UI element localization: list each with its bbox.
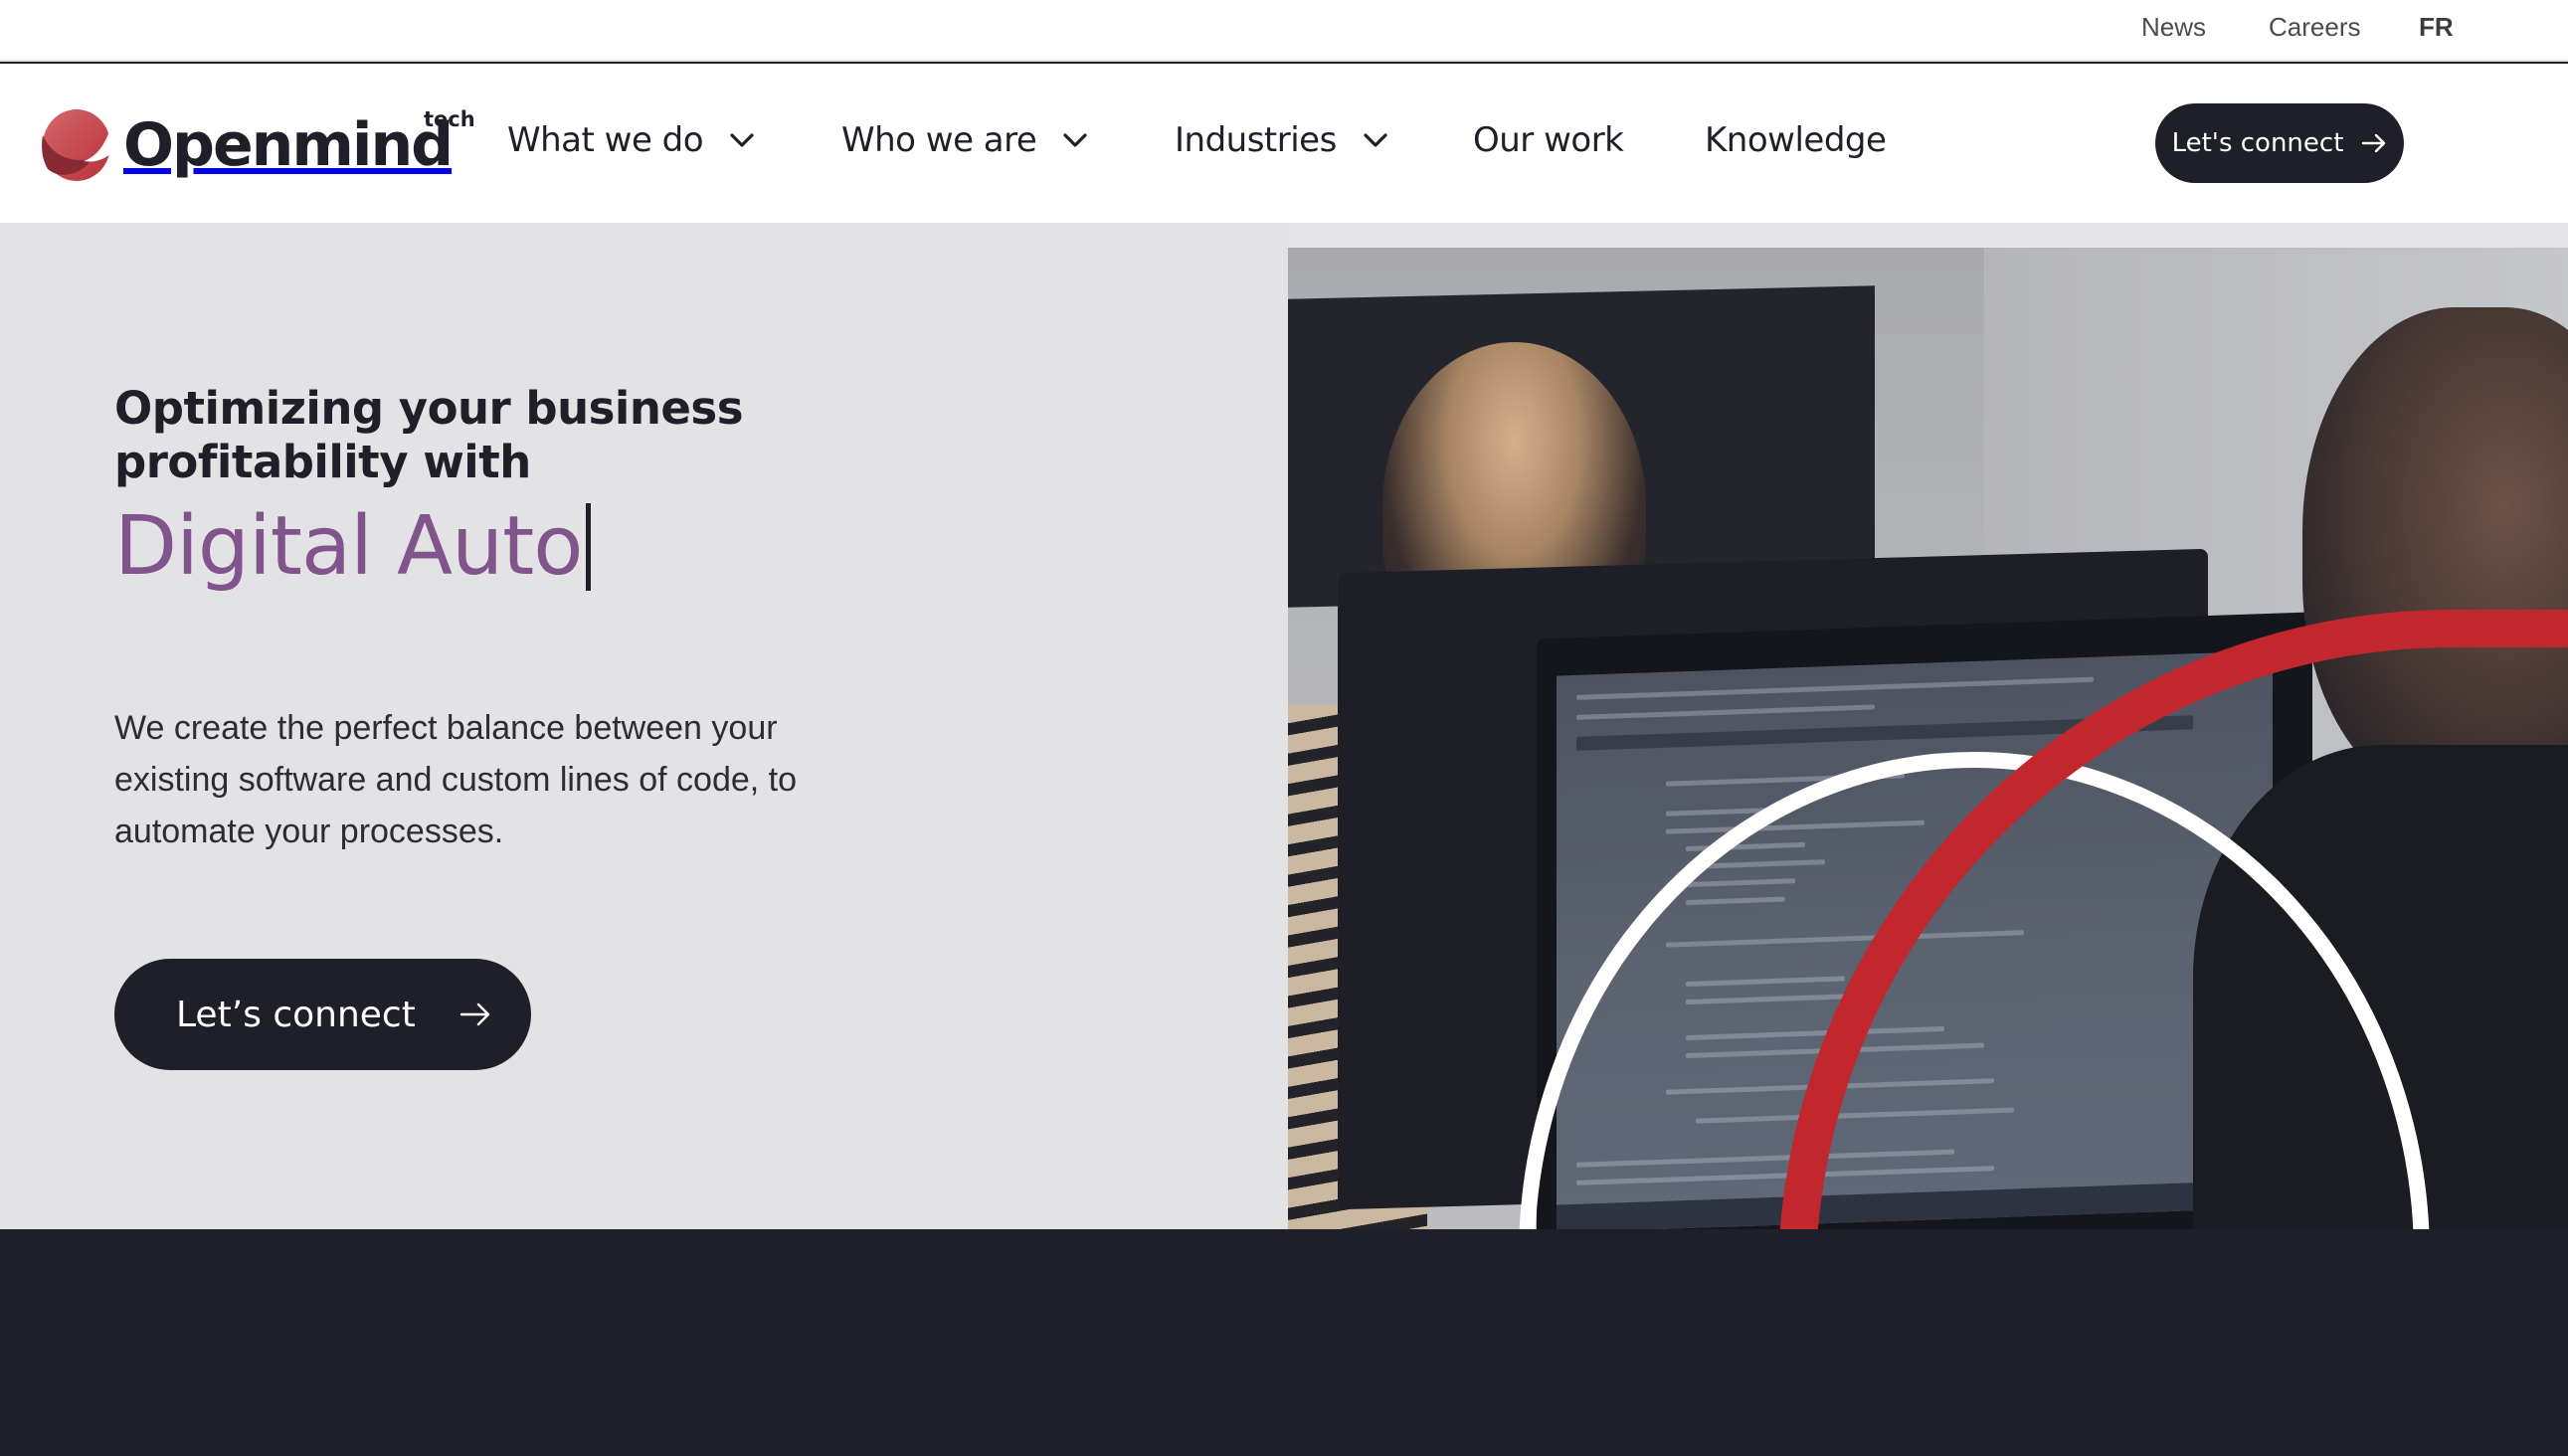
menu-item-label: Knowledge [1705, 120, 1887, 160]
arrow-right-icon [2362, 133, 2386, 153]
hero-kicker: Optimizing your business profitability w… [114, 382, 743, 488]
logo-suffix: tech [424, 107, 475, 131]
hero-cta-label: Let’s connect [176, 994, 416, 1035]
decorative-arcs [1519, 610, 2568, 1229]
menu-item-what-we-do[interactable]: What we do [507, 120, 755, 160]
top-utility-bar: News Careers FR [0, 0, 2568, 62]
chevron-down-icon [1364, 133, 1387, 147]
hero-section: Optimizing your business profitability w… [0, 223, 2568, 1229]
hero-image [1288, 223, 2568, 1229]
next-section-dark [0, 1229, 2568, 1456]
menu-item-knowledge[interactable]: Knowledge [1705, 120, 1887, 160]
chevron-down-icon [730, 133, 754, 147]
hero-lets-connect-button[interactable]: Let’s connect [114, 959, 531, 1070]
logo-link[interactable]: Openmind tech [40, 105, 475, 185]
arrow-right-icon [459, 1002, 490, 1026]
red-arc [1779, 610, 2568, 1229]
hero-lead-paragraph: We create the perfect balance between yo… [114, 709, 798, 850]
openmind-logo-icon [42, 109, 113, 181]
menu-item-label: Our work [1473, 120, 1624, 160]
hero-typed-headline: Digital Auto [114, 499, 592, 594]
chevron-down-icon [1063, 133, 1087, 147]
menu-item-label: What we do [507, 120, 704, 160]
news-link[interactable]: News [2141, 12, 2206, 43]
main-navigation: Openmind tech What we do Who we are Indu… [0, 64, 2568, 223]
menu-item-industries[interactable]: Industries [1175, 120, 1388, 160]
typed-text: Digital Auto [114, 499, 583, 594]
typing-cursor [586, 502, 592, 591]
logo-wordmark: Openmind [123, 110, 454, 180]
menu-item-label: Who we are [841, 120, 1037, 160]
menu-item-label: Industries [1175, 120, 1337, 160]
menu-item-who-we-are[interactable]: Who we are [841, 120, 1088, 160]
menu-item-our-work[interactable]: Our work [1473, 120, 1624, 160]
nav-cta-label: Let's connect [2171, 128, 2344, 158]
nav-lets-connect-button[interactable]: Let's connect [2155, 103, 2404, 183]
language-switch-fr[interactable]: FR [2419, 12, 2454, 43]
careers-link[interactable]: Careers [2269, 12, 2360, 43]
